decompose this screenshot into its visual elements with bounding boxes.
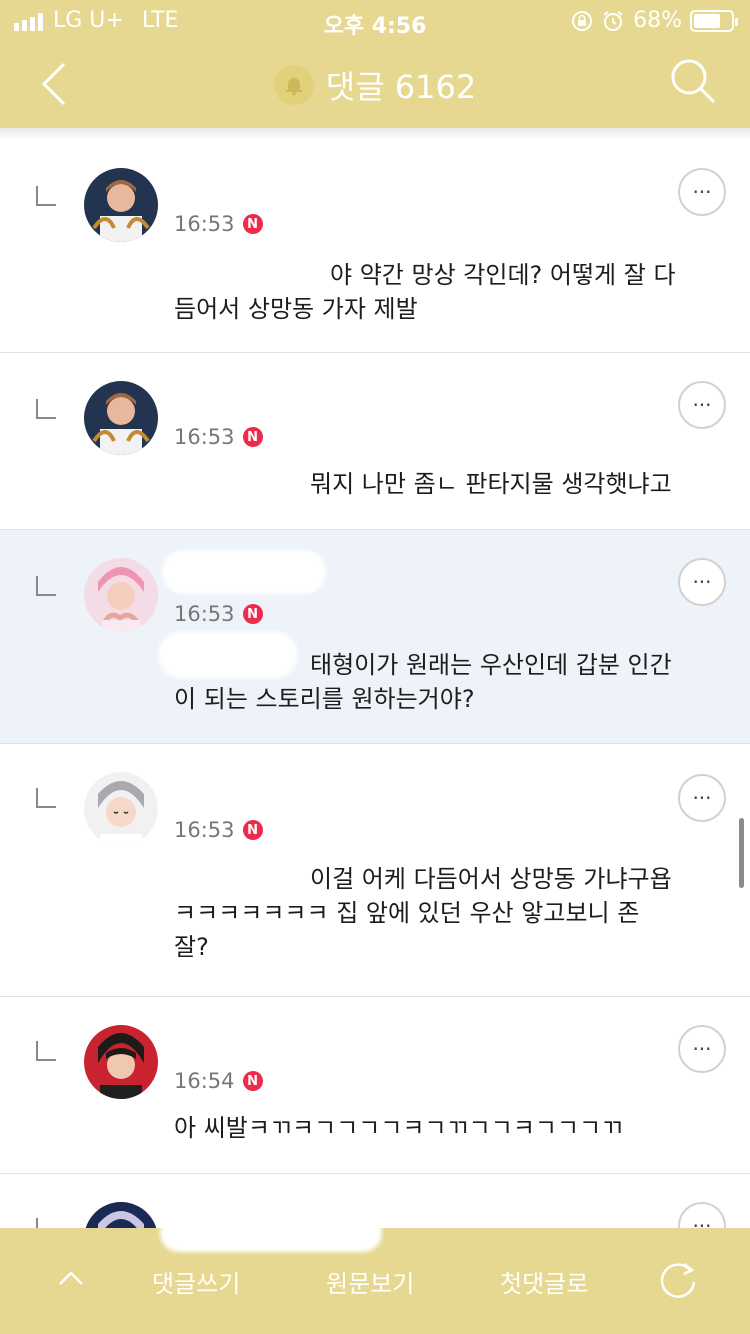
avatar[interactable] xyxy=(84,168,158,242)
new-badge: N xyxy=(242,214,263,234)
avatar[interactable] xyxy=(84,558,158,632)
scroll-top-chevron-icon[interactable] xyxy=(56,1264,86,1294)
comment-item: 16:53 N ··· 태형이가 원래는 우산인데 갑분 인간 이 되는 스토리… xyxy=(0,530,750,744)
comment-text-line: 잘? xyxy=(174,933,209,961)
comment-text-line: 아 씨발ㅋㄲㅋㄱㄱㄱㄱㅋㄱㄲㄱㄱㅋㄱㄱㄱㄲ xyxy=(174,1114,624,1142)
comment-time: 16:53 xyxy=(174,602,235,626)
bottom-bar: 댓글쓰기 원문보기 첫댓글로 xyxy=(0,1214,750,1334)
rotation-lock-icon xyxy=(572,10,593,31)
first-comment-button[interactable]: 첫댓글로 xyxy=(500,1264,588,1299)
comment-time: 16:53 xyxy=(174,212,235,236)
avatar[interactable] xyxy=(84,1025,158,1099)
header-shadow xyxy=(0,128,750,140)
comment-text-line: 듬어서 상망동 가자 제발 xyxy=(174,295,418,323)
more-options-button[interactable]: ··· xyxy=(678,168,726,216)
reply-indicator-icon xyxy=(36,1041,56,1061)
comment-item: 16:54 N ··· 아 씨발ㅋㄲㅋㄱㄱㄱㄱㅋㄱㄲㄱㄱㅋㄱㄱㄱㄲ xyxy=(0,997,750,1174)
comment-text-line: 이 되는 스토리를 원하는거야? xyxy=(174,685,475,713)
comment-text-line: 태형이가 원래는 우산인데 갑분 인간 xyxy=(310,651,672,679)
battery-percent: 68% xyxy=(633,8,682,33)
reply-indicator-icon xyxy=(36,788,56,808)
comment-text-line: 뭐지 나만 좀ㄴ 판타지물 생각햇냐고 xyxy=(310,470,672,498)
comment-item: 16:53 N ··· 야 약간 망상 각인데? 어떻게 잘 다 듬어서 상망동… xyxy=(0,140,750,353)
comment-text-line: ㅋㅋㅋㅋㅋㅋㅋ 집 앞에 있던 우산 앟고보니 존 xyxy=(174,899,640,927)
comment-text-line: 야 약간 망상 각인데? 어떻게 잘 다 xyxy=(330,261,676,289)
more-options-button[interactable]: ··· xyxy=(678,774,726,822)
reply-indicator-icon xyxy=(36,576,56,596)
more-options-button[interactable]: ··· xyxy=(678,381,726,429)
comment-item: 16:53 N ··· 이걸 어케 다듬어서 상망동 가냐구욥 ㅋㅋㅋㅋㅋㅋㅋ … xyxy=(0,744,750,997)
battery-icon xyxy=(690,9,738,32)
reply-indicator-icon xyxy=(36,399,56,419)
search-icon[interactable] xyxy=(668,56,718,108)
alarm-icon xyxy=(603,10,623,31)
redacted-overlay xyxy=(160,1214,382,1252)
view-original-button[interactable]: 원문보기 xyxy=(326,1264,414,1299)
redacted-username xyxy=(162,550,326,594)
new-badge: N xyxy=(242,427,263,447)
comment-item: 16:53 N ··· 뭐지 나만 좀ㄴ 판타지물 생각햇냐고 xyxy=(0,353,750,530)
more-options-button[interactable]: ··· xyxy=(678,1025,726,1073)
avatar[interactable] xyxy=(84,772,158,846)
reply-indicator-icon xyxy=(36,186,56,206)
scrollbar[interactable] xyxy=(739,818,744,888)
comment-time: 16:54 xyxy=(174,1069,235,1093)
comment-text-line: 이걸 어케 다듬어서 상망동 가냐구욥 xyxy=(310,865,672,893)
refresh-icon[interactable] xyxy=(656,1258,700,1302)
bell-icon[interactable] xyxy=(273,65,314,105)
new-badge: N xyxy=(242,1071,263,1091)
new-badge: N xyxy=(242,604,263,624)
nav-bar: 댓글 6162 xyxy=(0,40,750,128)
new-badge: N xyxy=(242,820,263,840)
avatar[interactable] xyxy=(84,381,158,455)
write-comment-button[interactable]: 댓글쓰기 xyxy=(152,1264,240,1299)
status-bar: LG U+ LTE 오후 4:56 68% xyxy=(0,0,750,40)
comment-time: 16:53 xyxy=(174,818,235,842)
more-options-button[interactable]: ··· xyxy=(678,558,726,606)
page-title: 댓글 6162 xyxy=(325,68,477,106)
top-bar: LG U+ LTE 오후 4:56 68% 댓글 6162 xyxy=(0,0,750,128)
comment-time: 16:53 xyxy=(174,425,235,449)
